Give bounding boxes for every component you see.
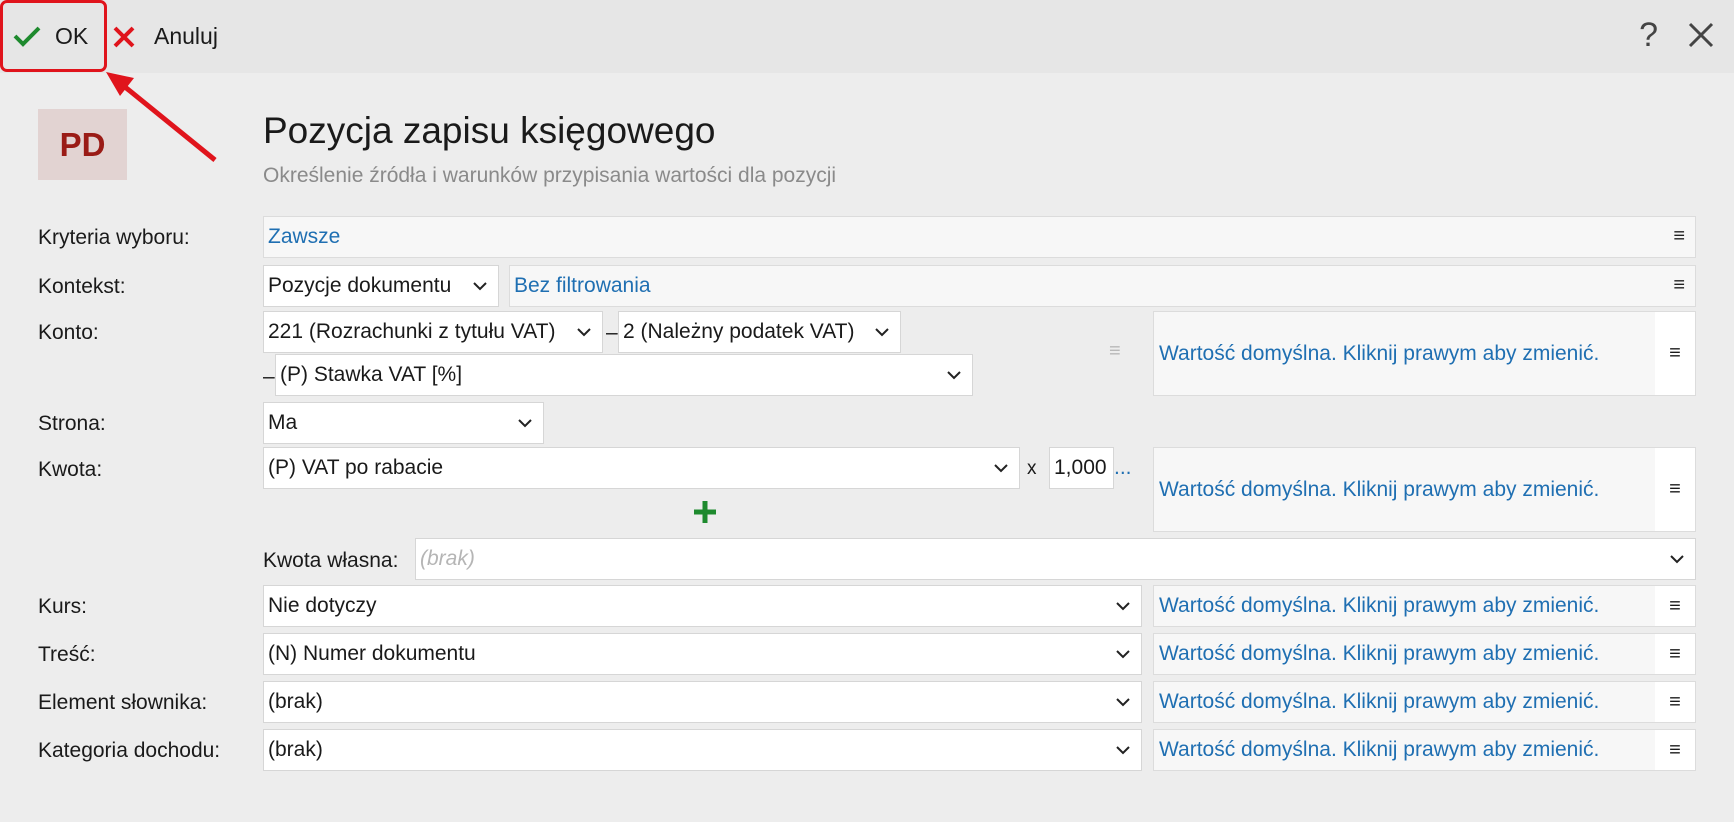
chevron-down-icon — [1116, 698, 1130, 707]
chevron-down-icon — [1116, 650, 1130, 659]
kwota-more-button[interactable]: ... — [1114, 456, 1132, 480]
kwota-select[interactable]: (P) VAT po rabacie — [263, 447, 1020, 489]
tresc-label: Treść: — [38, 643, 96, 666]
chevron-down-icon — [947, 371, 961, 380]
kwota-multiply-sign: x — [1027, 458, 1037, 479]
ok-button[interactable]: OK — [0, 0, 107, 72]
close-window-button[interactable] — [1686, 20, 1716, 55]
konto-part1-value: 221 (Rozrachunki z tytułu VAT) — [268, 320, 556, 343]
konto-default-text[interactable]: Wartość domyślna. Kliknij prawym aby zmi… — [1159, 342, 1599, 366]
konto-disabled-menu-icon: ≡ — [1109, 340, 1121, 362]
kurs-label: Kurs: — [38, 595, 88, 618]
kwota-value: (P) VAT po rabacie — [268, 456, 444, 479]
konto-default-panel[interactable]: Wartość domyślna. Kliknij prawym aby zmi… — [1153, 311, 1696, 396]
kategoria-dochodu-label: Kategoria dochodu: — [38, 739, 221, 762]
kategoria-dochodu-default-text[interactable]: Wartość domyślna. Kliknij prawym aby zmi… — [1159, 738, 1599, 762]
strona-value: Ma — [268, 411, 298, 434]
chevron-down-icon — [577, 328, 591, 337]
konto-label: Konto: — [38, 321, 99, 344]
kwota-wlasna-placeholder: (brak) — [420, 547, 475, 570]
kwota-wlasna-select[interactable]: (brak) — [415, 538, 1696, 580]
konto-part2-value: 2 (Należny podatek VAT) — [623, 320, 855, 343]
kwota-menu-icon[interactable]: ≡ — [1655, 448, 1695, 531]
element-slownika-select[interactable]: (brak) — [263, 681, 1142, 723]
kurs-value: Nie dotyczy — [268, 594, 377, 617]
element-slownika-default-text[interactable]: Wartość domyślna. Kliknij prawym aby zmi… — [1159, 690, 1599, 714]
toolbar: OK Anuluj ? — [0, 0, 1734, 73]
kontekst-label: Kontekst: — [38, 275, 126, 298]
kryteria-label: Kryteria wyboru: — [38, 226, 190, 249]
kurs-select[interactable]: Nie dotyczy — [263, 585, 1142, 627]
konto-part3-select[interactable]: (P) Stawka VAT [%] — [275, 354, 973, 396]
close-icon — [1688, 22, 1714, 48]
konto-part3-value: (P) Stawka VAT [%] — [280, 363, 463, 386]
kryteria-field[interactable]: Zawsze ≡ — [263, 216, 1696, 258]
tresc-select[interactable]: (N) Numer dokumentu — [263, 633, 1142, 675]
kontekst-filter-field[interactable]: Bez filtrowania ≡ — [509, 265, 1696, 307]
page-subtitle: Określenie źródła i warunków przypisania… — [263, 164, 837, 187]
kurs-default-text[interactable]: Wartość domyślna. Kliknij prawym aby zmi… — [1159, 594, 1599, 618]
kategoria-dochodu-value: (brak) — [268, 738, 323, 761]
tresc-default-text[interactable]: Wartość domyślna. Kliknij prawym aby zmi… — [1159, 642, 1599, 666]
kwota-multiplier-input[interactable]: 1,000 — [1049, 447, 1114, 489]
kwota-default-panel[interactable]: Wartość domyślna. Kliknij prawym aby zmi… — [1153, 447, 1696, 532]
kwota-default-text[interactable]: Wartość domyślna. Kliknij prawym aby zmi… — [1159, 478, 1599, 502]
strona-select[interactable]: Ma — [263, 402, 544, 444]
tresc-default-panel[interactable]: Wartość domyślna. Kliknij prawym aby zmi… — [1153, 633, 1696, 675]
chevron-down-icon — [1116, 746, 1130, 755]
close-x-icon — [113, 26, 135, 47]
element-slownika-label: Element słownika: — [38, 691, 208, 714]
kwota-wlasna-label: Kwota własna: — [263, 549, 399, 572]
help-button[interactable]: ? — [1639, 16, 1658, 55]
element-slownika-default-panel[interactable]: Wartość domyślna. Kliknij prawym aby zmi… — [1153, 681, 1696, 723]
strona-label: Strona: — [38, 412, 106, 435]
konto-part1-select[interactable]: 221 (Rozrachunki z tytułu VAT) — [263, 311, 603, 353]
kurs-menu-icon[interactable]: ≡ — [1655, 586, 1695, 626]
kryteria-menu-icon[interactable]: ≡ — [1673, 225, 1685, 248]
document-type-badge: PD — [38, 109, 127, 180]
ok-label: OK — [55, 22, 89, 49]
checkmark-icon — [13, 26, 41, 47]
tresc-value: (N) Numer dokumentu — [268, 642, 476, 665]
kategoria-dochodu-menu-icon[interactable]: ≡ — [1655, 730, 1695, 770]
kontekst-select-value: Pozycje dokumentu — [268, 274, 452, 297]
kurs-default-panel[interactable]: Wartość domyślna. Kliknij prawym aby zmi… — [1153, 585, 1696, 627]
chevron-down-icon — [875, 328, 889, 337]
kwota-multiplier-value: 1,000 — [1054, 456, 1107, 479]
kontekst-filter-value[interactable]: Bez filtrowania — [514, 274, 651, 298]
chevron-down-icon — [518, 419, 532, 428]
konto-part2-select[interactable]: 2 (Należny podatek VAT) — [618, 311, 901, 353]
kwota-label: Kwota: — [38, 458, 103, 481]
kategoria-dochodu-default-panel[interactable]: Wartość domyślna. Kliknij prawym aby zmi… — [1153, 729, 1696, 771]
konto-separator: – — [606, 321, 618, 344]
kryteria-value[interactable]: Zawsze — [268, 225, 340, 249]
kategoria-dochodu-select[interactable]: (brak) — [263, 729, 1142, 771]
kontekst-select[interactable]: Pozycje dokumentu — [263, 265, 499, 307]
cancel-button[interactable]: Anuluj — [112, 0, 218, 73]
konto-menu-icon[interactable]: ≡ — [1655, 312, 1695, 395]
chevron-down-icon — [1116, 602, 1130, 611]
kontekst-menu-icon[interactable]: ≡ — [1673, 274, 1685, 297]
chevron-down-icon — [1670, 555, 1684, 564]
cancel-label: Anuluj — [154, 23, 218, 49]
element-slownika-value: (brak) — [268, 690, 323, 713]
page-title: Pozycja zapisu księgowego — [263, 110, 716, 151]
element-slownika-menu-icon[interactable]: ≡ — [1655, 682, 1695, 722]
chevron-down-icon — [994, 464, 1008, 473]
chevron-down-icon — [473, 282, 487, 291]
add-plus-icon[interactable] — [692, 499, 718, 525]
konto-separator: – — [263, 365, 275, 388]
tresc-menu-icon[interactable]: ≡ — [1655, 634, 1695, 674]
